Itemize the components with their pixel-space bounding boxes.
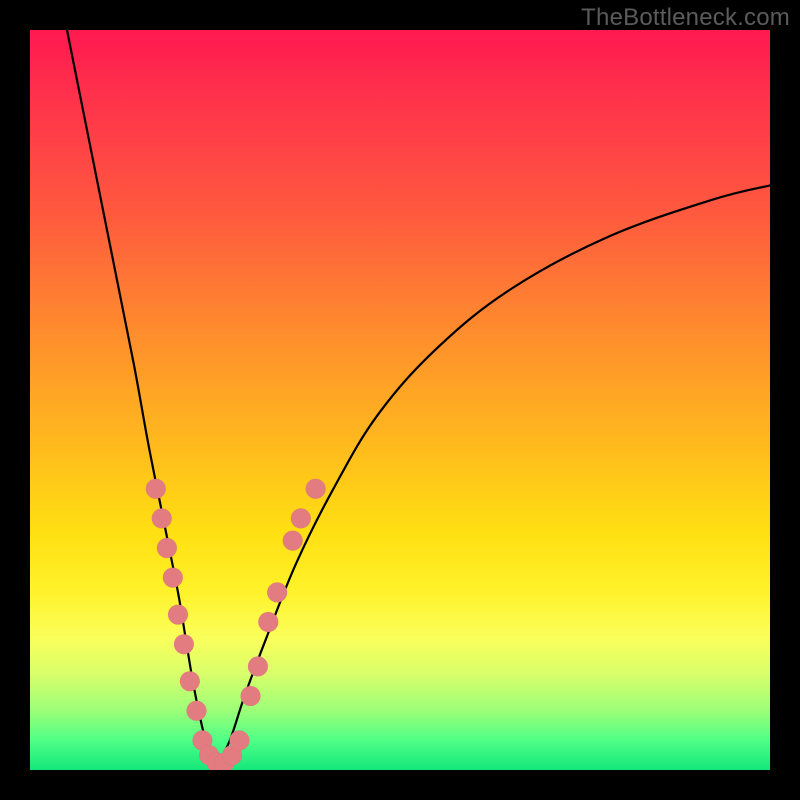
sample-dot [258,612,278,632]
sample-dot [283,531,303,551]
sample-dot [163,568,183,588]
sample-dot [168,605,188,625]
sample-dot [248,656,268,676]
bottleneck-chart [30,30,770,770]
curve-group [67,30,770,770]
sample-dot [146,479,166,499]
sample-dot [267,582,287,602]
sample-dot [174,634,194,654]
sample-dot [306,479,326,499]
sample-dot [241,686,261,706]
sample-dot [291,508,311,528]
curve-right [215,185,770,770]
sample-dot [157,538,177,558]
outer-frame: TheBottleneck.com [0,0,800,800]
watermark-text: TheBottleneck.com [581,4,790,32]
sample-dot [229,730,249,750]
plot-area [30,30,770,770]
sample-dot [180,671,200,691]
sample-dot [152,508,172,528]
sample-dot [187,701,207,721]
curve-left [67,30,215,770]
